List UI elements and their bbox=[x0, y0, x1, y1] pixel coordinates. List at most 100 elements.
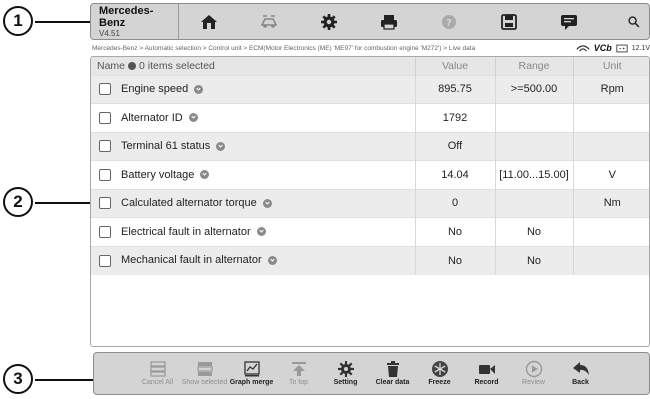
row-name: Alternator ID bbox=[121, 111, 183, 124]
save-icon[interactable] bbox=[479, 4, 539, 39]
settings-icon[interactable] bbox=[299, 4, 359, 39]
row-checkbox[interactable] bbox=[99, 225, 111, 238]
row-name: Engine speed bbox=[121, 83, 189, 96]
row-checkbox[interactable] bbox=[99, 168, 111, 181]
software-version: V4.51 bbox=[99, 29, 120, 38]
row-unit bbox=[572, 217, 649, 246]
setting-button[interactable]: Setting bbox=[322, 353, 369, 394]
expand-icon[interactable] bbox=[262, 198, 272, 208]
cancel-all-button[interactable]: Cancel All bbox=[134, 353, 181, 394]
row-name: Electrical fault in alternator bbox=[121, 225, 251, 238]
setting-icon bbox=[337, 361, 354, 377]
vehicle-brand: Mercedes-Benz V4.51 bbox=[91, 4, 179, 39]
show-selected-icon bbox=[196, 362, 213, 376]
back-button[interactable]: Back bbox=[557, 353, 604, 394]
trash-icon bbox=[386, 361, 399, 377]
row-value: Off bbox=[414, 131, 495, 161]
row-unit bbox=[572, 245, 649, 275]
row-name: Battery voltage bbox=[121, 168, 195, 181]
row-range: [11.00...15.00] bbox=[494, 160, 573, 189]
row-checkbox[interactable] bbox=[99, 140, 111, 153]
expand-icon[interactable] bbox=[188, 113, 198, 123]
table-row[interactable]: Alternator ID 1792 bbox=[91, 103, 649, 132]
row-checkbox[interactable] bbox=[99, 111, 111, 124]
row-value: 14.04 bbox=[414, 160, 495, 189]
clear-data-button[interactable]: Clear data bbox=[369, 353, 416, 394]
top-toolbar: Mercedes-Benz V4.51 ? bbox=[90, 3, 650, 40]
chat-icon[interactable] bbox=[539, 4, 599, 39]
column-header-range: Range bbox=[494, 57, 573, 75]
column-header-unit: Unit bbox=[572, 57, 649, 75]
wifi-icon bbox=[576, 44, 590, 52]
show-selected-button[interactable]: Show selected bbox=[181, 353, 228, 394]
battery-icon bbox=[616, 44, 628, 52]
back-label: Back bbox=[572, 379, 589, 386]
breadcrumb-path[interactable]: Mercedes-Benz > Automatic selection > Co… bbox=[90, 45, 576, 52]
callout-2: 2 bbox=[3, 187, 33, 217]
brand-name: Mercedes-Benz bbox=[99, 5, 154, 29]
expand-icon[interactable] bbox=[216, 141, 226, 151]
row-range: >=500.00 bbox=[494, 74, 573, 104]
table-row[interactable]: Battery voltage 14.04 [11.00...15.00] V bbox=[91, 160, 649, 189]
table-row[interactable]: Mechanical fault in alternator No No bbox=[91, 245, 649, 275]
home-icon[interactable] bbox=[179, 4, 239, 39]
live-data-panel: Name 0 items selected Value Range Unit En… bbox=[90, 56, 650, 347]
svg-text:?: ? bbox=[446, 18, 452, 29]
row-value: 0 bbox=[414, 188, 495, 218]
row-unit bbox=[572, 103, 649, 132]
print-icon[interactable] bbox=[359, 4, 419, 39]
row-unit: Rpm bbox=[572, 74, 649, 104]
freeze-icon bbox=[431, 361, 448, 377]
expand-icon[interactable] bbox=[200, 170, 210, 180]
to-top-button[interactable]: To top bbox=[275, 353, 322, 394]
callout-1-line bbox=[35, 21, 92, 23]
table-row[interactable]: Terminal 61 status Off bbox=[91, 131, 649, 161]
expand-icon[interactable] bbox=[194, 84, 204, 94]
device-screen: Mercedes-Benz V4.51 ? Mercedes-Benz > Au bbox=[90, 0, 650, 399]
row-checkbox[interactable] bbox=[99, 197, 111, 210]
freeze-button[interactable]: Freeze bbox=[416, 353, 463, 394]
expand-icon[interactable] bbox=[256, 227, 266, 237]
cancel-all-label: Cancel All bbox=[141, 379, 174, 386]
selection-menu-icon[interactable] bbox=[128, 61, 137, 70]
to-top-icon bbox=[291, 362, 306, 376]
vci-status: VCb 12.1V bbox=[576, 43, 650, 53]
callout-1: 1 bbox=[3, 6, 33, 36]
graph-merge-label: Graph merge bbox=[229, 379, 274, 386]
review-label: Review bbox=[522, 379, 545, 386]
graph-merge-icon bbox=[243, 361, 260, 377]
row-unit bbox=[572, 131, 649, 161]
table-row[interactable]: Electrical fault in alternator No No bbox=[91, 217, 649, 246]
row-unit: Nm bbox=[572, 188, 649, 218]
callout-3: 3 bbox=[3, 364, 33, 394]
record-button[interactable]: Record bbox=[463, 353, 510, 394]
row-range bbox=[494, 131, 573, 161]
row-value: No bbox=[414, 217, 495, 246]
record-label: Record bbox=[474, 379, 499, 386]
callout-3-line bbox=[35, 379, 95, 381]
callout-2-line bbox=[35, 202, 92, 204]
row-range: No bbox=[494, 245, 573, 275]
search-icon[interactable] bbox=[619, 15, 649, 29]
row-value: 895.75 bbox=[414, 74, 495, 104]
row-value: 1792 bbox=[414, 103, 495, 132]
row-name: Mechanical fault in alternator bbox=[121, 254, 262, 267]
graph-merge-button[interactable]: Graph merge bbox=[228, 353, 275, 394]
breadcrumb: Mercedes-Benz > Automatic selection > Co… bbox=[90, 41, 650, 55]
clear-data-label: Clear data bbox=[375, 379, 410, 386]
table-row[interactable]: Calculated alternator torque 0 Nm bbox=[91, 188, 649, 218]
record-icon bbox=[478, 365, 495, 374]
help-icon[interactable]: ? bbox=[419, 4, 479, 39]
vcb-logo: VCb bbox=[593, 43, 612, 53]
expand-icon[interactable] bbox=[267, 256, 277, 266]
column-header-name: Name 0 items selected bbox=[97, 59, 215, 72]
row-checkbox[interactable] bbox=[99, 254, 111, 267]
row-range bbox=[494, 188, 573, 218]
table-row[interactable]: Engine speed 895.75 >=500.00 Rpm bbox=[91, 74, 649, 104]
vehicle-swap-icon[interactable] bbox=[239, 4, 299, 39]
row-name: Terminal 61 status bbox=[121, 140, 211, 153]
review-icon bbox=[525, 360, 542, 378]
row-range bbox=[494, 103, 573, 132]
review-button[interactable]: Review bbox=[510, 353, 557, 394]
row-checkbox[interactable] bbox=[99, 83, 111, 96]
